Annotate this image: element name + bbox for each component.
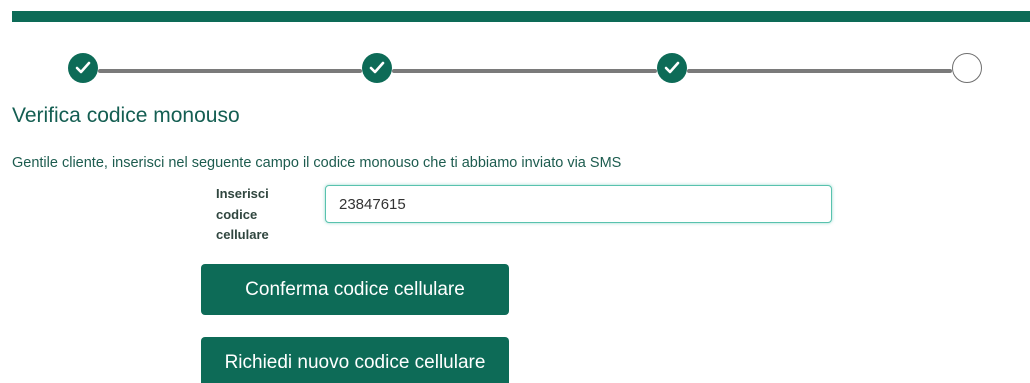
instruction-text: Gentile cliente, inserisci nel seguente … [12, 155, 622, 171]
checkmark-icon [369, 61, 385, 74]
checkmark-icon [664, 61, 680, 74]
step-4-pending [952, 53, 982, 83]
code-input[interactable] [325, 185, 832, 223]
code-field-label: Inserisci codice cellulare [216, 186, 269, 242]
step-connector-2 [392, 69, 657, 73]
step-1-completed [68, 53, 98, 83]
page-title: Verifica codice monouso [12, 104, 240, 127]
confirm-code-button[interactable]: Conferma codice cellulare [201, 264, 509, 315]
step-connector-3 [687, 69, 952, 73]
request-new-code-button[interactable]: Richiedi nuovo codice cellulare [201, 337, 509, 383]
progress-stepper [0, 0, 1030, 100]
otp-verification-page: Verifica codice monouso Gentile cliente,… [0, 0, 1030, 383]
checkmark-icon [75, 61, 91, 74]
step-2-completed [362, 53, 392, 83]
step-connector-1 [98, 69, 362, 73]
step-3-completed [657, 53, 687, 83]
